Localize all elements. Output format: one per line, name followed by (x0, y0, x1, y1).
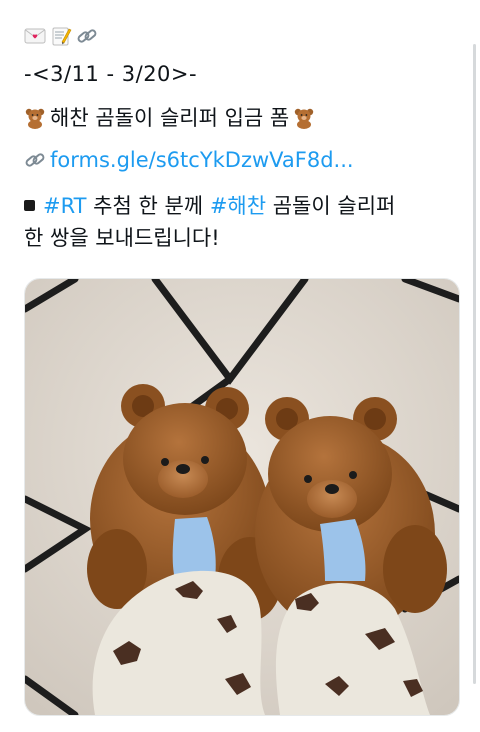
teddy-bear-icon (25, 108, 45, 129)
scrollbar[interactable] (473, 44, 476, 684)
body-text-1: 추첨 한 분께 (86, 194, 210, 218)
tweet-title: 해찬 곰돌이 슬리퍼 입금 폼 (24, 102, 458, 134)
tweet-photo[interactable] (24, 278, 460, 716)
body-line-2: 한 쌍을 보내드립니다! (24, 226, 220, 250)
hashtag-haechan[interactable]: #해찬 (210, 194, 266, 218)
tweet-text: -<3/11 - 3/20>- 해찬 곰돌이 슬리퍼 입금 폼 forms.gl… (24, 22, 458, 254)
teddy-bear-slippers-photo (25, 279, 459, 715)
emoji-row (24, 22, 458, 50)
form-link-row: forms.gle/s6tcYkDzwVaF8d... (24, 144, 458, 176)
hashtag-rt[interactable]: #RT (43, 194, 87, 218)
body-text-2: 곰돌이 슬리퍼 (266, 194, 396, 218)
memo-icon (52, 27, 72, 46)
love-letter-icon (24, 28, 46, 44)
teddy-bear-icon (295, 108, 314, 129)
date-range: -<3/11 - 3/20>- (24, 62, 198, 86)
form-link[interactable]: forms.gle/s6tcYkDzwVaF8d... (50, 144, 354, 176)
tweet-body: #RT 추첨 한 분께 #해찬 곰돌이 슬리퍼한 쌍을 보내드립니다! (24, 190, 458, 254)
title-text: 해찬 곰돌이 슬리퍼 입금 폼 (50, 106, 290, 130)
link-icon (77, 29, 97, 43)
link-icon (25, 153, 45, 167)
black-square-icon (24, 200, 35, 211)
